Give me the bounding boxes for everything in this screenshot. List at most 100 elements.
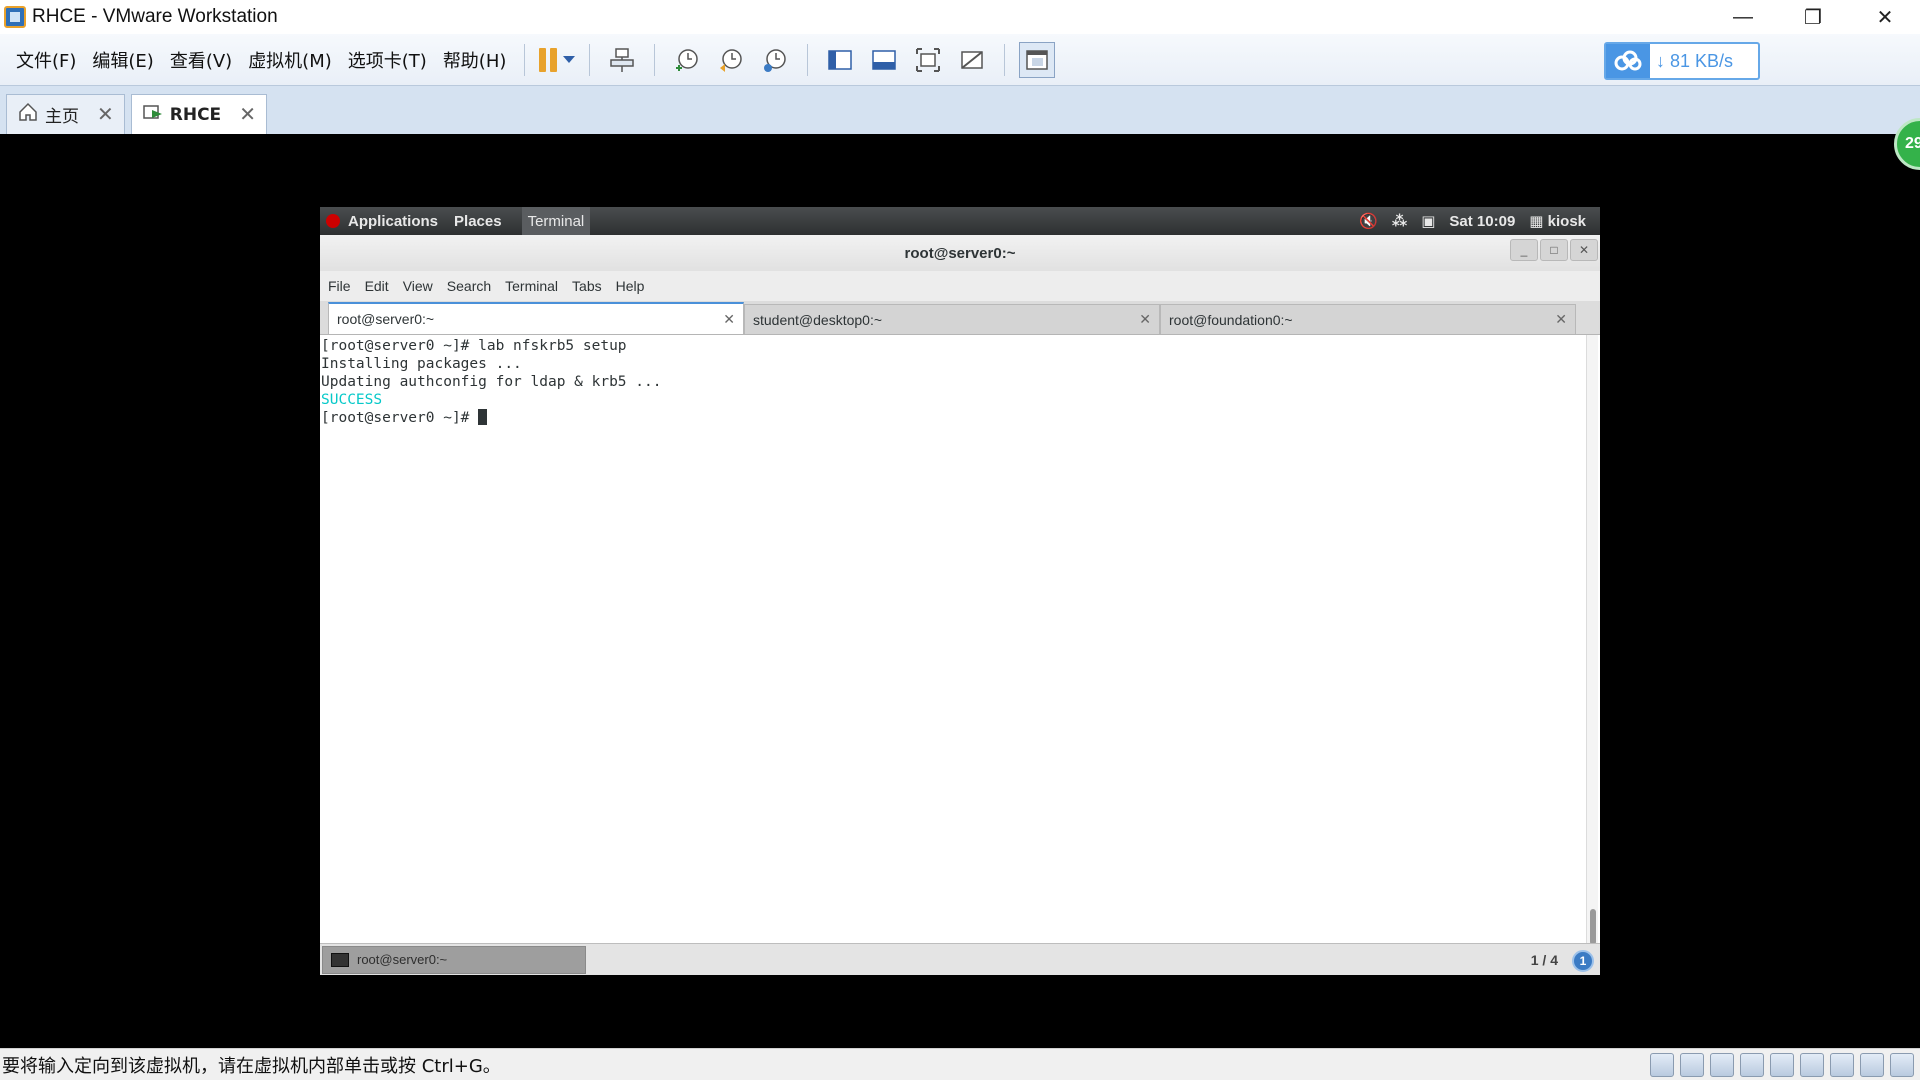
scroll-thumb[interactable] [1590, 909, 1596, 945]
terminal-close-button[interactable]: ✕ [1570, 239, 1598, 261]
status-bar: 要将输入定向到该虚拟机，请在虚拟机内部单击或按 Ctrl+G。 [0, 1048, 1920, 1080]
close-icon[interactable]: ✕ [1139, 311, 1151, 328]
terminal-line-success: SUCCESS [321, 392, 383, 408]
toolbar-separator [654, 43, 656, 76]
terminal-prompt-line[interactable]: [root@server0 ~]# [321, 409, 1583, 427]
taskbar-item[interactable]: root@server0:~ [322, 945, 586, 974]
terminal-tab-server0[interactable]: root@server0:~ ✕ [328, 302, 744, 334]
show-thumbnail-button[interactable] [866, 42, 902, 78]
sound-card-icon[interactable] [1800, 1053, 1824, 1077]
terminal-output[interactable]: [root@server0 ~]# lab nfskrb5 setup Inst… [320, 335, 1584, 949]
terminal-scrollbar[interactable] [1586, 335, 1598, 949]
places-menu[interactable]: Places [454, 213, 502, 230]
show-library-button[interactable] [822, 42, 858, 78]
terminal-menu-help[interactable]: Help [616, 278, 645, 294]
device-status-icons [1650, 1053, 1914, 1077]
menu-file[interactable]: 文件(F) [8, 47, 84, 73]
hard-disk-icon[interactable] [1650, 1053, 1674, 1077]
terminal-indicator[interactable]: Terminal [521, 207, 591, 235]
terminal-line: Updating authconfig for ldap & krb5 ... [321, 374, 662, 390]
fullscreen-button[interactable] [910, 42, 946, 78]
unity-button[interactable] [954, 42, 990, 78]
volume-muted-icon[interactable]: 🔇 [1359, 212, 1378, 230]
menu-tabs[interactable]: 选项卡(T) [340, 47, 435, 73]
terminal-tab-foundation0[interactable]: root@foundation0:~ ✕ [1160, 304, 1576, 334]
terminal-indicator-label: Terminal [527, 212, 585, 230]
menu-vm[interactable]: 虚拟机(M) [240, 47, 340, 73]
printer-icon[interactable] [1770, 1053, 1794, 1077]
terminal-menu-file[interactable]: File [328, 278, 351, 294]
close-icon[interactable]: ✕ [1555, 311, 1567, 328]
clock-icon [676, 48, 699, 71]
status-message: 要将输入定向到该虚拟机，请在虚拟机内部单击或按 Ctrl+G。 [2, 1055, 501, 1077]
user-menu[interactable]: ▦ kiosk [1529, 212, 1586, 230]
tab-home[interactable]: 主页 ✕ [6, 94, 125, 134]
snapshot-manager-button[interactable] [757, 42, 793, 78]
terminal-menu-edit[interactable]: Edit [365, 278, 389, 294]
terminal-maximize-button[interactable]: □ [1540, 239, 1568, 261]
terminal-prompt: [root@server0 ~]# [321, 410, 479, 426]
clock[interactable]: Sat 10:09 [1449, 213, 1515, 230]
snapshot-button[interactable] [669, 42, 705, 78]
guest-desktop[interactable]: Applications Places Terminal 🔇 ⁂ ▣ Sat 1… [320, 207, 1600, 975]
terminal-tab-label: root@server0:~ [337, 311, 435, 327]
display-icon[interactable] [1860, 1053, 1884, 1077]
terminal-icon [331, 952, 349, 967]
close-tab-home-icon[interactable]: ✕ [97, 102, 114, 127]
terminal-menu-view[interactable]: View [403, 278, 433, 294]
menu-help[interactable]: 帮助(H) [435, 47, 515, 73]
system-tray: 🔇 ⁂ ▣ Sat 10:09 ▦ kiosk [1359, 207, 1586, 235]
vmware-app-icon [4, 6, 26, 28]
terminal-tab-label: student@desktop0:~ [753, 311, 883, 328]
user-name: kiosk [1547, 213, 1586, 230]
download-speed-value: 81 KB/s [1670, 50, 1734, 71]
restore-button[interactable]: ❐ [1778, 0, 1848, 34]
close-tab-rhce-icon[interactable]: ✕ [239, 102, 256, 127]
pause-button[interactable] [539, 42, 576, 78]
fullscreen-icon [916, 47, 941, 72]
chevron-down-icon[interactable] [563, 56, 576, 63]
download-speed: ↓ 81 KB/s [1656, 50, 1734, 71]
notification-badge[interactable]: 1 [1572, 950, 1594, 972]
terminal-menu-tabs[interactable]: Tabs [572, 278, 602, 294]
terminal-title: root@server0:~ [320, 235, 1600, 271]
cloud-icon [1606, 44, 1650, 78]
terminal-menu-search[interactable]: Search [447, 278, 491, 294]
close-icon[interactable]: ✕ [723, 311, 735, 328]
redhat-icon [326, 214, 340, 228]
toolbar-separator [807, 43, 809, 76]
network-adapter-icon[interactable] [1710, 1053, 1734, 1077]
console-view-button[interactable] [1019, 41, 1056, 78]
network-speed-widget[interactable]: ↓ 81 KB/s [1604, 42, 1760, 80]
title-bar: RHCE - VMware Workstation — ❐ ✕ [0, 0, 1920, 34]
toolbar-separator [589, 43, 591, 76]
cd-dvd-icon[interactable] [1680, 1053, 1704, 1077]
tab-rhce[interactable]: RHCE ✕ [130, 94, 267, 134]
user-icon: ▦ [1529, 213, 1544, 230]
revert-snapshot-button[interactable] [713, 42, 749, 78]
send-ctrl-alt-del-button[interactable] [604, 42, 640, 78]
network-wired-icon[interactable]: ▣ [1421, 212, 1435, 230]
minimize-button[interactable]: — [1708, 0, 1778, 34]
terminal-minimize-button[interactable]: _ [1510, 239, 1538, 261]
applications-menu[interactable]: Applications [348, 213, 438, 230]
tab-rhce-label: RHCE [169, 104, 222, 125]
network-adapter-icon[interactable] [1740, 1053, 1764, 1077]
terminal-tabs: root@server0:~ ✕ student@desktop0:~ ✕ ro… [320, 301, 1600, 335]
menu-view[interactable]: 查看(V) [162, 47, 240, 73]
text-cursor [478, 409, 488, 425]
bluetooth-icon[interactable]: ⁂ [1392, 212, 1407, 230]
sidebar-icon [828, 49, 853, 70]
terminal-window-buttons: _ □ ✕ [1510, 239, 1598, 261]
network-icon [610, 47, 635, 72]
terminal-tab-desktop0[interactable]: student@desktop0:~ ✕ [744, 304, 1160, 334]
taskbar-item-label: root@server0:~ [357, 952, 448, 967]
terminal-menu-terminal[interactable]: Terminal [505, 278, 558, 294]
menu-edit[interactable]: 编辑(E) [84, 47, 161, 73]
message-log-icon[interactable] [1890, 1053, 1914, 1077]
workspace-indicator[interactable]: 1 / 4 [1531, 952, 1558, 968]
close-button[interactable]: ✕ [1850, 0, 1920, 34]
terminal-line: [root@server0 ~]# lab nfskrb5 setup [321, 338, 627, 354]
usb-icon[interactable] [1830, 1053, 1854, 1077]
thumbnail-bar-icon [872, 49, 897, 70]
